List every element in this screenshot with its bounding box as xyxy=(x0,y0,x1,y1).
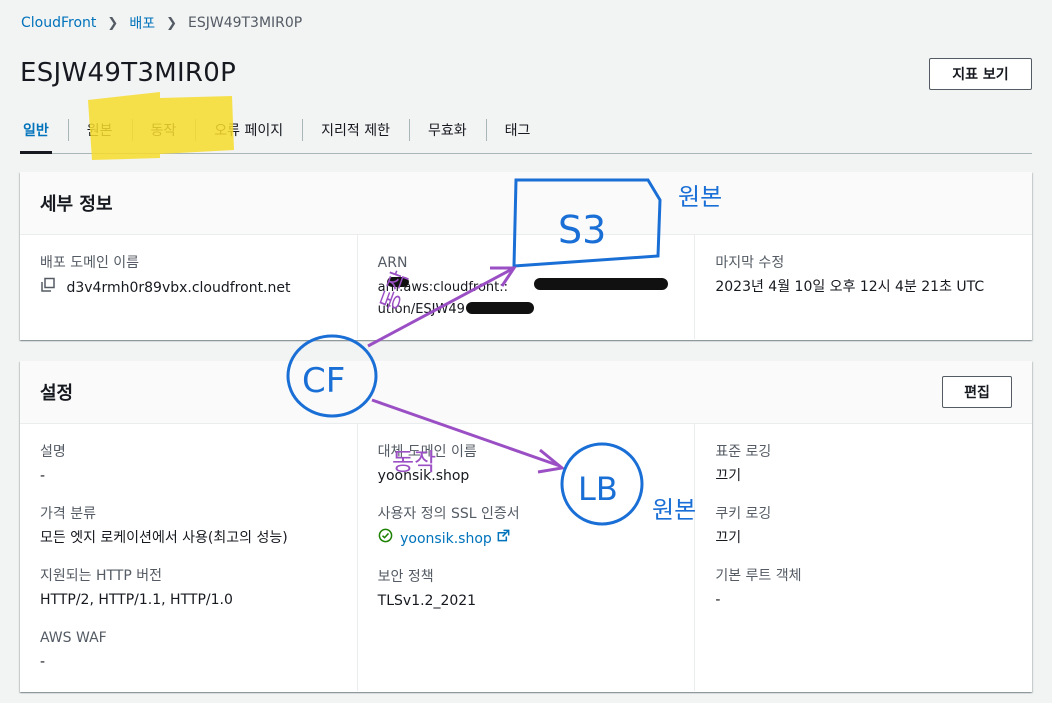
tab-geo-restriction[interactable]: 지리적 제한 xyxy=(302,107,409,153)
settings-panel: 설정 편집 설명 - 가격 분류 모든 엣지 로케이션에서 사용(최고의 성능)… xyxy=(20,361,1032,692)
security-policy-value: TLSv1.2_2021 xyxy=(377,593,477,609)
domain-value: d3v4rmh0r89vbx.cloudfront.net xyxy=(66,280,291,296)
external-link-icon[interactable] xyxy=(496,528,511,549)
copy-icon[interactable] xyxy=(40,277,56,299)
standard-logging-label: 표준 로깅 xyxy=(715,444,772,460)
tab-error-pages[interactable]: 오류 페이지 xyxy=(195,107,302,153)
breadcrumb-separator-icon: ❯ xyxy=(107,15,119,31)
price-class-label: 가격 분류 xyxy=(40,506,96,522)
price-class-value: 모든 엣지 로케이션에서 사용(최고의 성능) xyxy=(40,530,288,546)
tab-behaviors[interactable]: 동작 xyxy=(131,107,196,153)
aws-waf-label: AWS WAF xyxy=(40,630,107,646)
arn-value-line-1: arn:aws:cloudfront:: xyxy=(377,280,509,295)
page-title: ESJW49T3MIR0P xyxy=(20,58,237,88)
http-versions-label: 지원되는 HTTP 버전 xyxy=(40,568,163,584)
details-col-2: ARN arn:aws:cloudfront:: ution/ESJW49 xyxy=(356,235,695,339)
domain-label: 배포 도메인 이름 xyxy=(40,255,140,271)
tab-general[interactable]: 일반 xyxy=(20,107,68,154)
tab-invalidations[interactable]: 무효화 xyxy=(409,107,486,153)
last-modified-label: 마지막 수정 xyxy=(715,255,785,271)
ssl-certificate-link[interactable]: yoonsik.shop xyxy=(400,531,492,547)
breadcrumb-cloudfront-link[interactable]: CloudFront xyxy=(21,15,96,31)
details-col-3: 마지막 수정 2023년 4월 10일 오후 12시 4분 21초 UTC xyxy=(694,235,1032,339)
tab-tags[interactable]: 태그 xyxy=(485,107,550,153)
domain-value-row: d3v4rmh0r89vbx.cloudfront.net xyxy=(40,277,337,299)
breadcrumb: CloudFront ❯ 배포 ❯ ESJW49T3MIR0P xyxy=(21,13,302,33)
description-label: 설명 xyxy=(40,444,66,460)
view-metrics-button[interactable]: 지표 보기 xyxy=(929,58,1032,90)
alternate-domain-value: yoonsik.shop xyxy=(377,468,470,484)
cookie-logging-label: 쿠키 로깅 xyxy=(715,506,772,522)
last-modified-value: 2023년 4월 10일 오후 12시 4분 21초 UTC xyxy=(715,279,985,295)
standard-logging-value: 끄기 xyxy=(715,468,742,484)
cookie-logging-value: 끄기 xyxy=(715,530,742,546)
breadcrumb-distributions-link[interactable]: 배포 xyxy=(129,13,155,33)
breadcrumb-current: ESJW49T3MIR0P xyxy=(187,15,303,31)
http-versions-value: HTTP/2, HTTP/1.1, HTTP/1.0 xyxy=(40,592,233,608)
settings-col-1: 설명 - 가격 분류 모든 엣지 로케이션에서 사용(최고의 성능) 지원되는 … xyxy=(20,424,357,691)
details-title: 세부 정보 xyxy=(40,194,113,215)
breadcrumb-separator-icon: ❯ xyxy=(166,15,177,31)
details-col-1: 배포 도메인 이름 d3v4rmh0r89vbx.cloudfront.net xyxy=(20,235,357,339)
details-panel: 세부 정보 배포 도메인 이름 d3v4rmh0r89vbx.cloudfron… xyxy=(20,172,1032,340)
aws-waf-value: - xyxy=(40,654,46,670)
settings-col-3: 표준 로깅 끄기 쿠키 로깅 끄기 기본 루트 객체 - xyxy=(694,424,1032,691)
default-root-object-value: - xyxy=(715,592,721,608)
settings-header: 설정 편집 xyxy=(20,361,1032,424)
security-policy-label: 보안 정책 xyxy=(377,569,434,585)
details-header: 세부 정보 xyxy=(20,172,1032,235)
check-circle-icon xyxy=(378,528,393,549)
edit-button[interactable]: 편집 xyxy=(942,376,1012,408)
ssl-certificate-row: yoonsik.shop xyxy=(378,528,675,549)
ssl-certificate-label: 사용자 정의 SSL 인증서 xyxy=(377,506,520,522)
arn-value: arn:aws:cloudfront:: ution/ESJW49 xyxy=(378,277,675,321)
default-root-object-label: 기본 루트 객체 xyxy=(715,568,802,584)
description-value: - xyxy=(40,468,46,484)
arn-label: ARN xyxy=(377,255,408,271)
arn-value-line-2: ution/ESJW49 xyxy=(377,302,465,317)
settings-col-2: 대체 도메인 이름 yoonsik.shop 사용자 정의 SSL 인증서 yo… xyxy=(356,424,695,691)
settings-title: 설정 xyxy=(40,383,74,404)
alternate-domain-label: 대체 도메인 이름 xyxy=(377,444,477,460)
tab-bar: 일반 원본 동작 오류 페이지 지리적 제한 무효화 태그 xyxy=(20,107,1032,154)
tab-origins[interactable]: 원본 xyxy=(67,107,132,153)
